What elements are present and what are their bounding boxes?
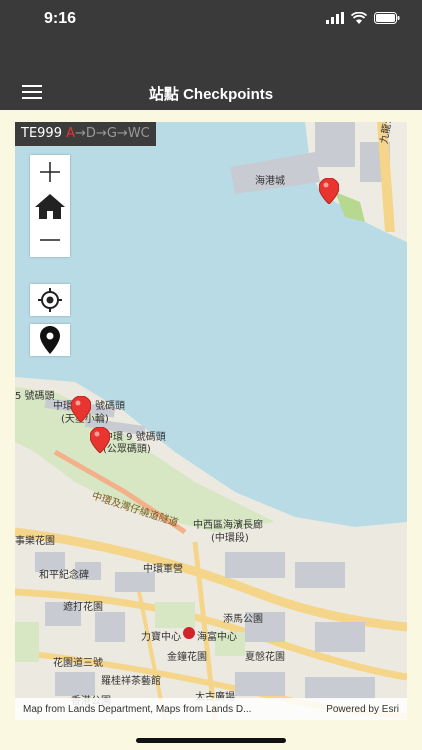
map-label-garden3: 花園道三號 bbox=[53, 658, 103, 669]
map-attribution: Map from Lands Department, Maps from Lan… bbox=[15, 698, 407, 720]
zoom-controls bbox=[30, 155, 70, 257]
plus-icon bbox=[40, 162, 60, 182]
crosshair-icon bbox=[38, 288, 62, 312]
map-label-east: 夏慤花園 bbox=[245, 652, 285, 663]
battery-icon bbox=[374, 12, 400, 24]
locate-button[interactable] bbox=[30, 284, 70, 316]
route-arrow: → bbox=[116, 126, 128, 141]
minus-icon bbox=[40, 239, 60, 241]
status-icons bbox=[326, 12, 400, 24]
map-label-tamar: 添馬公園 bbox=[223, 614, 263, 625]
map-label-tea: 羅桂祥茶藝館 bbox=[101, 676, 161, 687]
map-label-garden2: 金鐘花園 bbox=[167, 652, 207, 663]
route-arrow: → bbox=[95, 126, 107, 141]
map-label-park: 遮打花園 bbox=[63, 602, 103, 613]
attribution-source: Map from Lands Department, Maps from Lan… bbox=[23, 703, 252, 715]
map-label-garden: 事樂花園 bbox=[15, 536, 55, 547]
attribution-powered[interactable]: Powered by Esri bbox=[326, 704, 399, 715]
status-bar: 9:16 bbox=[0, 0, 422, 76]
map-label-pier5: 5 號碼頭 bbox=[15, 391, 55, 402]
map-label-harbour-city: 海港城 bbox=[255, 176, 285, 187]
map-label-pier9-sub: (公眾碼頭) bbox=[103, 444, 151, 455]
zoom-in-button[interactable] bbox=[30, 155, 70, 189]
checkpoint-marker-central-pier[interactable] bbox=[71, 396, 91, 422]
checkpoint-marker-harbour-city[interactable] bbox=[319, 178, 339, 204]
page-title: 站點 Checkpoints bbox=[148, 86, 274, 103]
map-label-ifc: 力寶中心 bbox=[141, 632, 181, 643]
home-indicator[interactable] bbox=[136, 738, 286, 743]
route-step-g: G bbox=[106, 126, 117, 141]
route-code: TE999 bbox=[21, 126, 62, 141]
signal-icon bbox=[326, 12, 344, 24]
map-pin-icon bbox=[40, 326, 60, 354]
map-label-promenade-sub: (中環段) bbox=[211, 533, 249, 544]
map-label-barracks: 中環軍營 bbox=[143, 564, 183, 575]
route-step-d: D bbox=[85, 126, 96, 141]
map-label-monument: 和平紀念碑 bbox=[39, 570, 89, 581]
checkpoint-marker-pier9[interactable] bbox=[90, 427, 110, 453]
route-label: TE999 A→D→G→WC bbox=[15, 122, 156, 146]
status-time: 9:16 bbox=[44, 10, 77, 27]
route-step-a: A bbox=[66, 126, 76, 141]
route-step-wc: WC bbox=[127, 126, 150, 141]
map-view[interactable]: TE999 A→D→G→WC 海港城 九龍公園徑 5 號碼頭 中環號碼頭 (天星… bbox=[15, 122, 407, 720]
home-icon bbox=[35, 194, 65, 219]
checkpoints-button[interactable] bbox=[30, 324, 70, 356]
wifi-icon bbox=[351, 12, 367, 24]
route-arrow: → bbox=[75, 126, 86, 141]
nav-bar: 站點 Checkpoints bbox=[0, 76, 422, 110]
zoom-out-button[interactable] bbox=[30, 223, 70, 257]
home-button[interactable] bbox=[30, 189, 70, 223]
map-label-admiralty-centre: 海富中心 bbox=[197, 632, 237, 643]
